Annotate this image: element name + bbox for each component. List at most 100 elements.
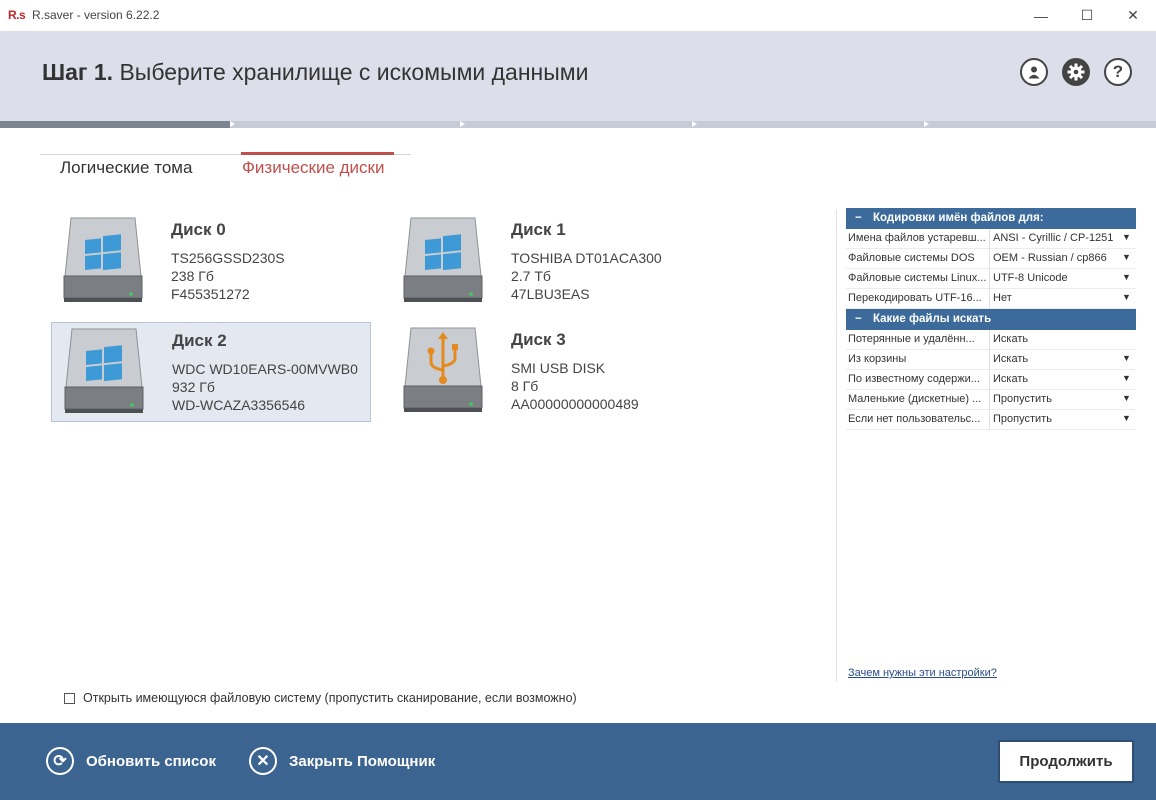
settings-row[interactable]: Маленькие (дискетные) ... Пропустить ▼	[846, 390, 1136, 410]
settings-row[interactable]: Имена файлов устаревш... ANSI - Cyrillic…	[846, 229, 1136, 249]
dropdown-arrow-icon[interactable]: ▼	[1122, 393, 1131, 403]
tab-physical-disks[interactable]: Физические диски	[242, 158, 384, 178]
close-icon: ✕	[249, 747, 277, 775]
progress-fill	[0, 121, 230, 128]
setting-key: Потерянные и удалённ...	[848, 333, 975, 345]
column-divider	[989, 249, 990, 269]
disk-size: 8 Гб	[511, 378, 539, 394]
open-existing-fs-checkbox[interactable]	[64, 693, 75, 704]
disk-model: TOSHIBA DT01ACA300	[511, 250, 662, 266]
column-divider	[989, 229, 990, 249]
maximize-icon: ☐	[1080, 7, 1094, 23]
column-divider	[989, 350, 990, 370]
setting-value[interactable]: Искать	[993, 333, 1118, 345]
minimize-button[interactable]: —	[1018, 0, 1064, 31]
setting-value[interactable]: UTF-8 Unicode	[993, 272, 1118, 284]
settings-group-file-types[interactable]: − Какие файлы искать	[846, 309, 1136, 330]
settings-row[interactable]: Файловые системы DOS OEM - Russian / cp8…	[846, 249, 1136, 269]
settings-row[interactable]: Перекодировать UTF-16... Нет ▼	[846, 289, 1136, 309]
disk-size: 238 Гб	[171, 268, 214, 284]
dropdown-arrow-icon[interactable]: ▼	[1122, 292, 1131, 302]
disk-model: SMI USB DISK	[511, 360, 606, 376]
setting-key: Маленькие (дискетные) ...	[848, 393, 982, 405]
disk-name: Диск 3	[511, 330, 566, 349]
footer-bar: ⟳ Обновить список ✕ Закрыть Помощник Про…	[0, 723, 1156, 800]
group-title: Какие файлы искать	[873, 313, 992, 325]
disk-serial: 47LBU3EAS	[511, 286, 590, 302]
disk-serial: F455351272	[171, 286, 250, 302]
dropdown-arrow-icon[interactable]: ▼	[1122, 252, 1131, 262]
settings-button[interactable]	[1062, 58, 1090, 86]
setting-key: Файловые системы Linux...	[848, 272, 986, 284]
settings-group-encodings[interactable]: − Кодировки имён файлов для:	[846, 208, 1136, 229]
window-title: R.saver - version 6.22.2	[32, 8, 160, 22]
setting-value[interactable]: Нет	[993, 292, 1118, 304]
user-button[interactable]	[1020, 58, 1048, 86]
setting-value[interactable]: ANSI - Cyrillic / CP-1251	[993, 232, 1118, 244]
minimize-icon: —	[1034, 7, 1048, 24]
settings-row[interactable]: Из корзины Искать ▼	[846, 350, 1136, 370]
disk-item-2[interactable]: Диск 2 WDC WD10EARS-00MVWB0 932 Гб WD-WC…	[51, 322, 371, 422]
group-title: Кодировки имён файлов для:	[873, 212, 1044, 224]
dropdown-arrow-icon[interactable]: ▼	[1122, 353, 1131, 363]
close-wizard-button[interactable]: ✕ Закрыть Помощник	[249, 745, 435, 777]
collapse-icon: −	[855, 212, 862, 224]
disk-item-0[interactable]: Диск 0 TS256GSSD230S 238 Гб F455351272	[51, 212, 371, 312]
open-existing-fs-label[interactable]: Открыть имеющуюся файловую систему (проп…	[83, 691, 577, 705]
settings-row[interactable]: Потерянные и удалённ... Искать	[846, 330, 1136, 350]
wizard-header: Шаг 1. Выберите хранилище с искомыми дан…	[0, 31, 1156, 121]
progress-separator	[692, 121, 697, 127]
disk-size: 932 Гб	[172, 379, 215, 395]
column-divider	[989, 330, 990, 350]
column-divider	[989, 269, 990, 289]
progress-separator	[924, 121, 929, 127]
setting-key: Файловые системы DOS	[848, 252, 975, 264]
setting-value[interactable]: OEM - Russian / cp866	[993, 252, 1118, 264]
wizard-progress-bar	[0, 121, 1156, 128]
help-icon: ?	[1112, 62, 1124, 81]
settings-row[interactable]: Если нет пользовательс... Пропустить ▼	[846, 410, 1136, 430]
hdd-usb-icon	[403, 327, 483, 412]
setting-key: Если нет пользовательс...	[848, 413, 981, 425]
dropdown-arrow-icon[interactable]: ▼	[1122, 272, 1131, 282]
settings-row[interactable]: По известному содержи... Искать ▼	[846, 370, 1136, 390]
setting-value[interactable]: Пропустить	[993, 393, 1118, 405]
setting-value[interactable]: Искать	[993, 353, 1118, 365]
column-divider	[989, 289, 990, 309]
refresh-list-button[interactable]: ⟳ Обновить список	[46, 745, 216, 777]
disk-name: Диск 0	[171, 220, 226, 239]
dropdown-arrow-icon[interactable]: ▼	[1122, 413, 1131, 423]
progress-separator	[460, 121, 465, 127]
help-button[interactable]: ?	[1104, 58, 1132, 86]
settings-row[interactable]: Файловые системы Linux... UTF-8 Unicode …	[846, 269, 1136, 289]
refresh-label: Обновить список	[86, 752, 216, 770]
dropdown-arrow-icon[interactable]: ▼	[1122, 232, 1131, 242]
maximize-button[interactable]: ☐	[1064, 0, 1110, 31]
column-divider	[989, 390, 990, 410]
disk-model: WDC WD10EARS-00MVWB0	[172, 361, 358, 377]
dropdown-arrow-icon[interactable]: ▼	[1122, 373, 1131, 383]
close-wizard-label: Закрыть Помощник	[289, 752, 436, 770]
tab-logical-volumes[interactable]: Логические тома	[60, 158, 192, 178]
settings-help-link[interactable]: Зачем нужны эти настройки?	[848, 667, 997, 679]
continue-button[interactable]: Продолжить	[998, 740, 1134, 783]
setting-key: Имена файлов устаревш...	[848, 232, 986, 244]
disk-name: Диск 2	[172, 331, 227, 350]
setting-key: По известному содержи...	[848, 373, 980, 385]
refresh-icon: ⟳	[46, 747, 74, 775]
page-title: Шаг 1. Выберите хранилище с искомыми дан…	[42, 59, 588, 86]
close-window-button[interactable]: ✕	[1110, 0, 1156, 31]
step-title-text: Выберите хранилище с искомыми данными	[119, 59, 589, 85]
disk-serial: AA00000000000489	[511, 396, 639, 412]
setting-value[interactable]: Пропустить	[993, 413, 1118, 425]
setting-value[interactable]: Искать	[993, 373, 1118, 385]
column-divider	[989, 410, 990, 430]
hdd-windows-icon	[63, 217, 143, 302]
panel-divider	[836, 210, 837, 682]
column-divider	[989, 370, 990, 390]
progress-separator	[230, 121, 235, 127]
setting-key: Перекодировать UTF-16...	[848, 292, 982, 304]
disk-item-1[interactable]: Диск 1 TOSHIBA DT01ACA300 2.7 Тб 47LBU3E…	[391, 212, 711, 312]
gear-icon	[1067, 63, 1085, 81]
disk-item-3[interactable]: Диск 3 SMI USB DISK 8 Гб AA0000000000048…	[391, 322, 711, 422]
